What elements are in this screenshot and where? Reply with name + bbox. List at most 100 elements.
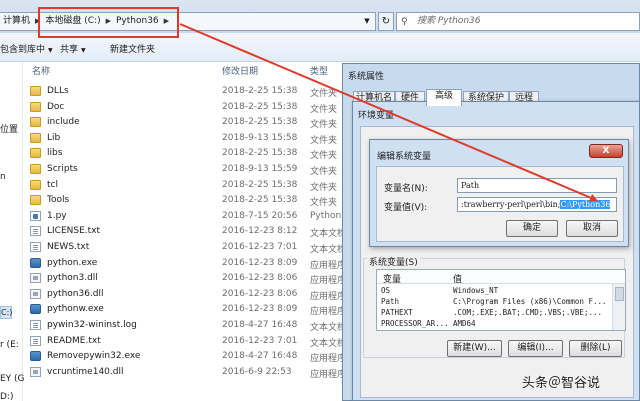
variable-name-field[interactable]: Path bbox=[457, 178, 617, 193]
new-folder-label: 新建文件夹 bbox=[110, 45, 156, 55]
file-row[interactable]: pythonw.exe 2016-12-23 8:09 应用程序 bbox=[30, 302, 350, 317]
search-input[interactable]: ⚲ 搜索 Python36 bbox=[396, 12, 640, 31]
include-in-library-button[interactable]: 包含到库中 ▼ bbox=[0, 42, 53, 55]
folder-icon bbox=[30, 148, 41, 159]
file-name: Doc bbox=[47, 101, 65, 112]
column-header-modified[interactable]: 修改日期 bbox=[222, 64, 258, 77]
file-name: python36.dll bbox=[47, 288, 104, 299]
variable-value: Windows_NT bbox=[453, 286, 499, 295]
file-type: 文件夹 bbox=[310, 104, 338, 115]
file-row[interactable]: 1.py 2018-7-15 20:56 Python bbox=[30, 209, 350, 224]
file-row[interactable]: Lib 2018-9-13 15:58 文件夹 bbox=[30, 131, 350, 146]
system-variable-row[interactable]: PATHEXT .COM;.EXE;.BAT;.CMD;.VBS;.VBE;... bbox=[377, 307, 625, 318]
include-in-library-label: 包含到库中 bbox=[0, 45, 46, 55]
variable-name: PROCESSOR_AR... bbox=[381, 319, 449, 328]
file-date: 2018-9-13 15:58 bbox=[222, 132, 298, 143]
file-icon bbox=[30, 335, 41, 346]
nav-item[interactable]: n bbox=[0, 172, 6, 182]
refresh-icon[interactable]: ↻ bbox=[378, 12, 394, 31]
file-icon bbox=[30, 257, 41, 268]
file-row[interactable]: NEWS.txt 2016-12-23 7:01 文本文档 bbox=[30, 240, 350, 255]
file-type: 应用程序 bbox=[310, 291, 347, 302]
file-type: 应用程序 bbox=[310, 276, 347, 287]
scrollbar[interactable] bbox=[612, 284, 625, 330]
file-name: Tools bbox=[47, 195, 70, 206]
file-date: 2016-12-23 7:01 bbox=[222, 335, 298, 346]
nav-item[interactable]: r (E: bbox=[0, 340, 19, 350]
file-row[interactable]: python3.dll 2016-12-23 8:06 应用程序 bbox=[30, 271, 350, 286]
ok-button[interactable]: 确定 bbox=[506, 220, 558, 237]
file-row[interactable]: README.txt 2016-12-23 7:01 文本文档 bbox=[30, 334, 350, 349]
file-row[interactable]: Tools 2018-2-25 15:38 文件夹 bbox=[30, 193, 350, 208]
file-name: Lib bbox=[47, 132, 61, 143]
file-type: 应用程序 bbox=[310, 307, 347, 318]
file-row[interactable]: DLLs 2018-2-25 15:38 文件夹 bbox=[30, 84, 350, 99]
system-variables-header: 变量 值 bbox=[377, 270, 625, 285]
file-type: 文本文档 bbox=[310, 245, 347, 255]
variable-name-value: Path bbox=[461, 181, 480, 190]
file-row[interactable]: LICENSE.txt 2016-12-23 8:12 文本文档 bbox=[30, 224, 350, 239]
tab-advanced[interactable]: 高级 bbox=[426, 89, 462, 106]
file-name: DLLs bbox=[47, 86, 69, 96]
breadcrumb-computer[interactable]: 计算机 bbox=[3, 13, 30, 30]
system-variables-label: 系统变量(S) bbox=[367, 255, 420, 268]
file-icon bbox=[30, 273, 41, 284]
navigation-pane[interactable]: 位置 n C:) r (E: EY (G D:) bbox=[0, 62, 25, 401]
file-row[interactable]: python.exe 2016-12-23 8:09 应用程序 bbox=[30, 256, 350, 271]
delete-variable-button[interactable]: 删除(L) bbox=[569, 340, 622, 357]
column-header-value[interactable]: 值 bbox=[453, 272, 462, 285]
file-row[interactable]: Scripts 2018-9-13 15:59 文件夹 bbox=[30, 162, 350, 177]
variable-name: Path bbox=[381, 297, 400, 306]
file-name: libs bbox=[47, 148, 63, 159]
file-date: 2018-4-27 16:48 bbox=[222, 320, 298, 330]
scrollbar-thumb[interactable] bbox=[615, 287, 624, 301]
search-placeholder: 搜索 Python36 bbox=[417, 16, 481, 26]
file-date: 2016-12-23 8:09 bbox=[222, 304, 298, 315]
file-type: 应用程序 bbox=[310, 354, 347, 365]
file-icon bbox=[30, 210, 41, 221]
close-button[interactable]: X bbox=[589, 144, 623, 158]
file-row[interactable]: vcruntime140.dll 2016-6-9 22:53 应用程序 bbox=[30, 365, 350, 380]
file-row[interactable]: libs 2018-2-25 15:38 文件夹 bbox=[30, 146, 350, 161]
system-variables-list[interactable]: 变量 值 OS Windows_NT Path C:\Program Files (x… bbox=[376, 269, 626, 331]
nav-item[interactable]: D:) bbox=[0, 392, 13, 401]
system-variable-row[interactable]: Path C:\Program Files (x86)\Common F... bbox=[377, 296, 625, 307]
file-name: python3.dll bbox=[47, 273, 98, 284]
address-dropdown-icon[interactable]: ▼ bbox=[359, 12, 375, 31]
file-date: 2016-12-23 8:12 bbox=[222, 226, 298, 237]
file-row[interactable]: tcl 2018-2-25 15:38 文件夹 bbox=[30, 178, 350, 193]
file-type: 文本文档 bbox=[310, 338, 347, 349]
variable-value: .COM;.EXE;.BAT;.CMD;.VBS;.VBE;... bbox=[453, 308, 603, 317]
new-folder-button[interactable]: 新建文件夹 bbox=[110, 42, 155, 55]
system-variable-row[interactable]: OS Windows_NT bbox=[377, 285, 625, 296]
column-header-type[interactable]: 类型 bbox=[310, 64, 328, 77]
file-row[interactable]: Doc 2018-2-25 15:38 文件夹 bbox=[30, 100, 350, 115]
chevron-down-icon: ▼ bbox=[48, 47, 53, 54]
file-date: 2016-12-23 8:06 bbox=[222, 273, 298, 284]
file-row[interactable]: Removepywin32.exe 2018-4-27 16:48 应用程序 bbox=[30, 349, 350, 364]
system-variable-row[interactable]: PROCESSOR_AR... AMD64 bbox=[377, 318, 625, 329]
file-icon bbox=[30, 366, 41, 377]
folder-icon bbox=[30, 117, 41, 128]
file-type: Python bbox=[310, 210, 342, 221]
file-row[interactable]: pywin32-wininst.log 2018-4-27 16:48 文本文档 bbox=[30, 318, 350, 333]
share-button[interactable]: 共享 ▼ bbox=[60, 42, 86, 55]
file-icon bbox=[30, 288, 41, 299]
column-header-name[interactable]: 名称 bbox=[32, 64, 50, 77]
file-row[interactable]: python36.dll 2016-12-23 8:06 应用程序 bbox=[30, 287, 350, 302]
file-name: python.exe bbox=[47, 257, 98, 268]
edit-dialog-title: 编辑系统变量 bbox=[377, 152, 432, 162]
nav-item-c-drive[interactable]: C:) bbox=[0, 306, 12, 319]
edit-variable-button[interactable]: 编辑(I)... bbox=[508, 340, 563, 357]
cancel-button[interactable]: 取消 bbox=[566, 220, 618, 237]
variable-name: OS bbox=[381, 286, 391, 295]
new-variable-button[interactable]: 新建(W)... bbox=[447, 340, 502, 357]
nav-item[interactable]: 位置 bbox=[0, 122, 18, 135]
environment-variables-title: 环境变量 bbox=[358, 111, 395, 121]
file-name: include bbox=[47, 117, 80, 128]
folder-icon bbox=[30, 132, 41, 143]
column-header-variable[interactable]: 变量 bbox=[383, 272, 401, 285]
variable-value-field[interactable]: :trawberry-perl\perl\bin;C:\Python36 bbox=[457, 197, 617, 212]
nav-item[interactable]: EY (G bbox=[0, 374, 25, 384]
file-row[interactable]: include 2018-2-25 15:38 文件夹 bbox=[30, 115, 350, 130]
